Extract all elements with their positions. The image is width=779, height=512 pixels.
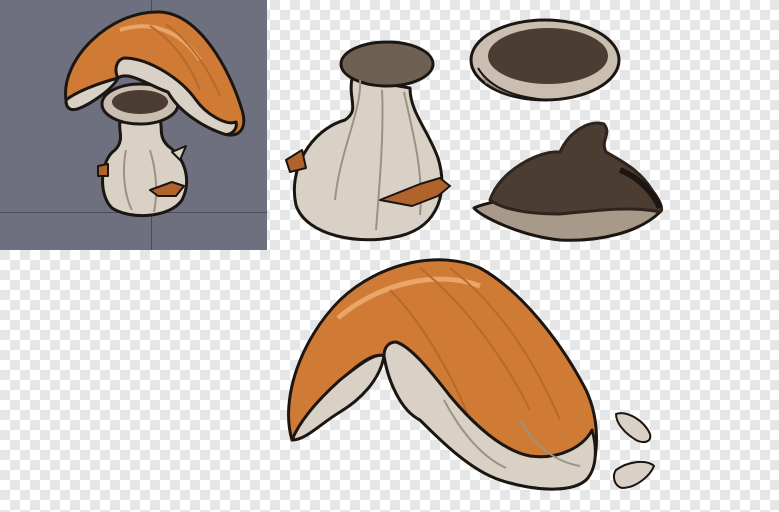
cap-underside-part (472, 121, 664, 242)
bulb-body-part (285, 40, 451, 242)
mushroom-cap-part (287, 258, 598, 491)
sprite-sheet (285, 18, 664, 491)
seed-fragments-part (613, 412, 655, 489)
cap-ring-part (469, 18, 621, 102)
